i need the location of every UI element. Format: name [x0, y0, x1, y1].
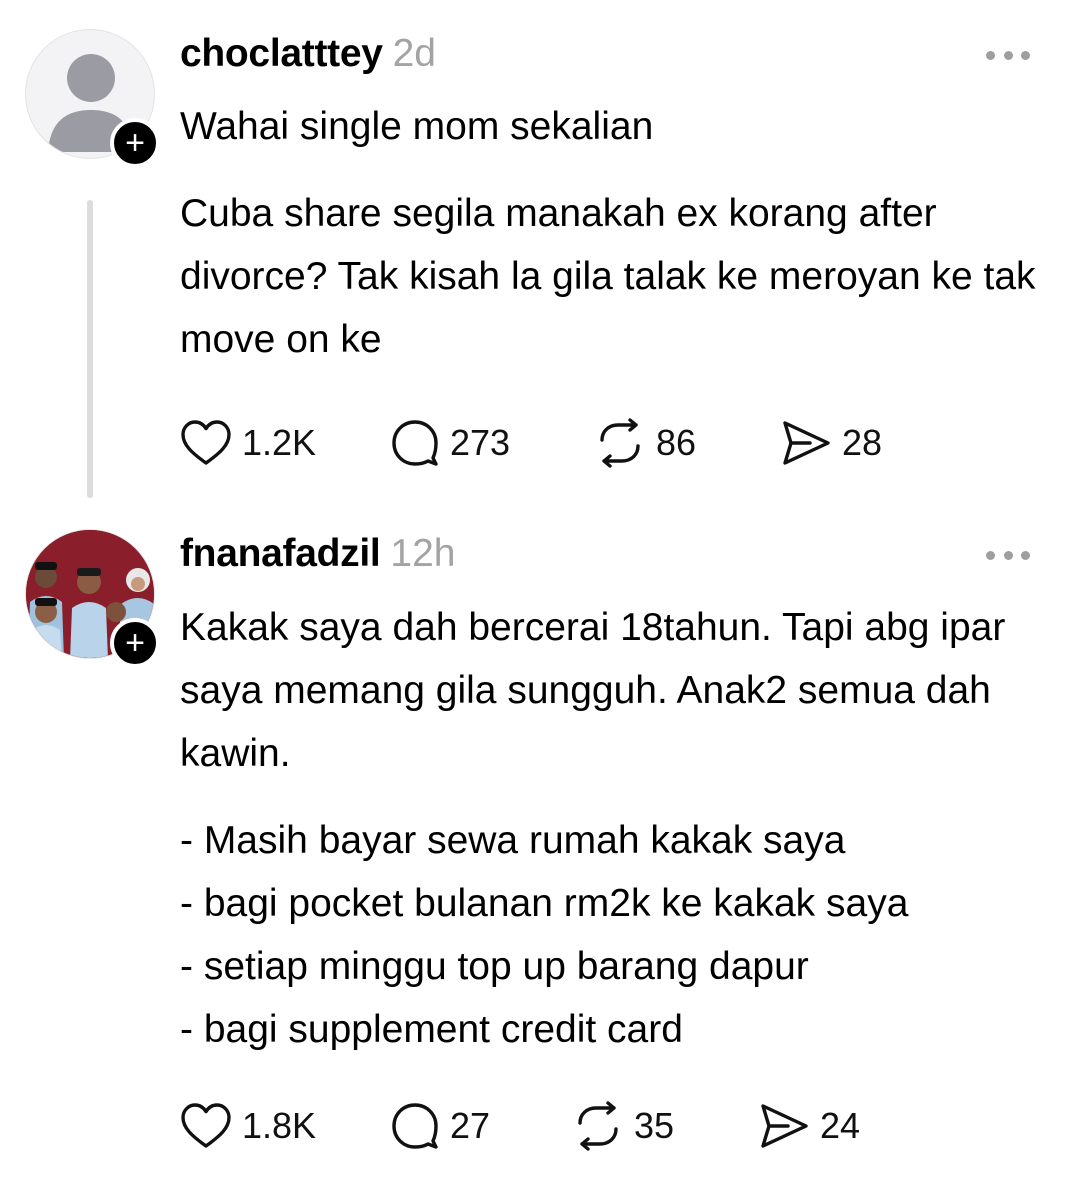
username[interactable]: choclatttey	[180, 32, 383, 76]
comment-bubble-icon	[392, 420, 438, 466]
list-item: - setiap minggu top up barang dapur	[180, 945, 809, 988]
follow-button[interactable]: +	[110, 618, 160, 668]
thread-post: + fnanafadzil 12h Kakak saya dah bercera…	[0, 500, 1080, 1197]
repost-count: 86	[656, 422, 697, 463]
reply-count: 273	[450, 422, 511, 463]
heart-icon	[181, 420, 231, 465]
send-arrow-icon	[783, 421, 830, 465]
follow-button[interactable]: +	[110, 118, 160, 168]
heart-icon	[181, 1103, 231, 1148]
thread-post: + choclatttey 2d Wahai single mom sekali…	[0, 0, 1080, 500]
post-text-line: Wahai single mom sekalian	[180, 105, 654, 148]
post-timestamp: 2d	[392, 32, 436, 75]
list-item: - bagi pocket bulanan rm2k ke kakak saya	[180, 882, 909, 925]
send-arrow-icon	[761, 1104, 808, 1148]
share-button[interactable]: 24	[758, 1102, 860, 1150]
action-bar: 1.2K 273 86 28	[180, 418, 882, 468]
share-button[interactable]: 28	[780, 419, 882, 467]
repost-button[interactable]: 35	[572, 1101, 758, 1151]
ellipsis-icon	[986, 550, 995, 560]
like-button[interactable]: 1.8K	[180, 1102, 390, 1150]
share-count: 28	[842, 422, 883, 463]
plus-icon: +	[125, 624, 145, 662]
repost-arrows-icon	[600, 418, 640, 468]
post-body: Wahai single mom sekalian Cuba share seg…	[180, 95, 1040, 371]
more-options-button[interactable]	[986, 548, 1030, 562]
thread-connector-line	[87, 200, 93, 498]
repost-count: 35	[634, 1105, 675, 1146]
username[interactable]: fnanafadzil	[180, 532, 381, 576]
reply-button[interactable]: 27	[390, 1101, 572, 1151]
post-header: choclatttey 2d	[180, 32, 436, 82]
repost-button[interactable]: 86	[594, 418, 780, 468]
like-count: 1.2K	[242, 422, 317, 463]
like-count: 1.8K	[242, 1105, 317, 1146]
action-bar: 1.8K 27 35 24	[180, 1101, 860, 1151]
post-timestamp: 12h	[390, 532, 456, 575]
post-header: fnanafadzil 12h	[180, 532, 455, 582]
repost-arrows-icon	[578, 1101, 618, 1151]
share-count: 24	[820, 1105, 861, 1146]
post-body: Kakak saya dah bercerai 18tahun. Tapi ab…	[180, 596, 1040, 1061]
comment-bubble-icon	[392, 1103, 438, 1149]
list-item: - Masih bayar sewa rumah kakak saya	[180, 819, 846, 862]
like-button[interactable]: 1.2K	[180, 419, 390, 467]
list-item: - bagi supplement credit card	[180, 1008, 683, 1051]
reply-button[interactable]: 273	[390, 418, 594, 468]
post-text-paragraph: Cuba share segila manakah ex korang afte…	[180, 192, 1036, 361]
more-options-button[interactable]	[986, 48, 1030, 62]
post-text-paragraph: Kakak saya dah bercerai 18tahun. Tapi ab…	[180, 606, 1006, 775]
ellipsis-icon	[986, 50, 995, 60]
plus-icon: +	[125, 124, 145, 162]
reply-count: 27	[450, 1105, 491, 1146]
